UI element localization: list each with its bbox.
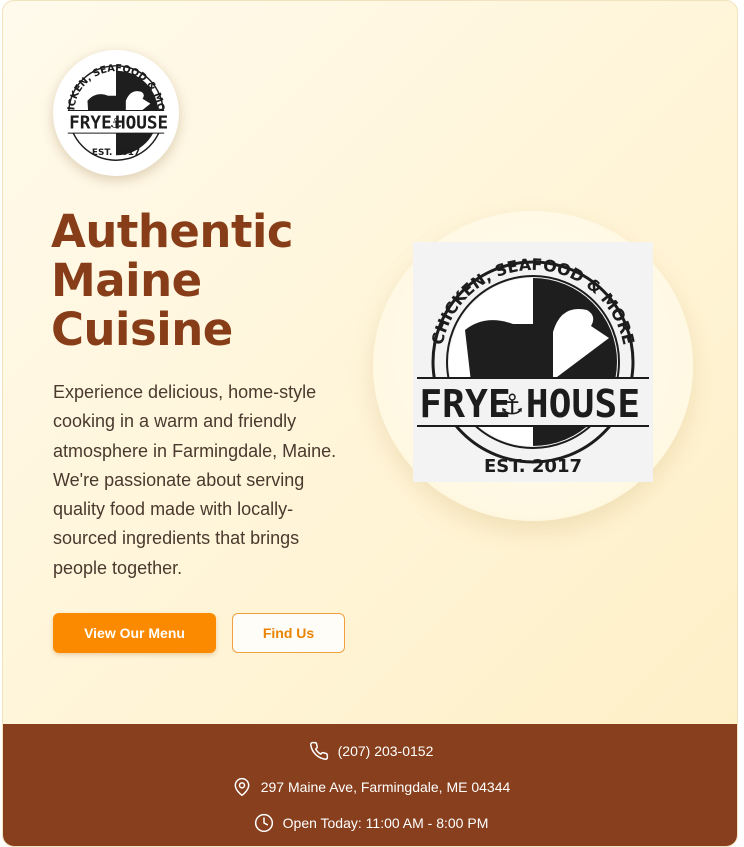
logo-name-right: HOUSE [115,114,168,134]
hero-card: CHICKEN, SEAFOOD & MORE FRYE ⚓ HOUSE EST… [2,0,738,847]
anchor-icon-large: ⚓ [499,388,524,421]
logo-name-left-large: FRYE [419,382,511,426]
hero-logo-image: CHICKEN, SEAFOOD & MORE FRYE ⚓ HOUSE EST… [413,242,653,482]
view-menu-button[interactable]: View Our Menu [53,613,216,653]
phone-icon [309,741,328,760]
clock-icon [254,813,273,833]
frye-house-logo-large: CHICKEN, SEAFOOD & MORE FRYE ⚓ HOUSE EST… [413,242,653,482]
frye-house-logo: CHICKEN, SEAFOOD & MORE FRYE ⚓ HOUSE EST… [57,54,175,172]
logo-name-left: FRYE [69,114,112,134]
headline-line-1: Authentic [51,205,294,258]
logo-name-right-large: HOUSE [526,382,640,426]
address-text[interactable]: 297 Maine Ave, Farmingdale, ME 04344 [261,779,511,795]
logo-est-text: EST. 2017 [92,148,140,158]
hero-description: Experience delicious, home-style cooking… [53,382,337,578]
brand-logo-badge[interactable]: CHICKEN, SEAFOOD & MORE FRYE ⚓ HOUSE EST… [53,50,179,176]
headline-line-3: Cuisine [51,303,233,356]
phone-number[interactable]: (207) 203-0152 [338,743,434,759]
page-title: Authentic Maine Cuisine [51,207,351,354]
phone-row[interactable]: (207) 203-0152 [3,739,737,763]
hours-text: Open Today: 11:00 AM - 8:00 PM [282,815,489,831]
logo-est-text-large: EST. 2017 [484,456,582,477]
address-row[interactable]: 297 Maine Ave, Farmingdale, ME 04344 [3,775,737,799]
hours-row: Open Today: 11:00 AM - 8:00 PM [3,811,737,835]
location-pin-icon [234,777,250,797]
contact-info-bar: (207) 203-0152 297 Maine Ave, Farmingdal… [3,724,737,846]
find-us-button[interactable]: Find Us [232,613,345,653]
headline-line-2: Maine [51,254,202,307]
